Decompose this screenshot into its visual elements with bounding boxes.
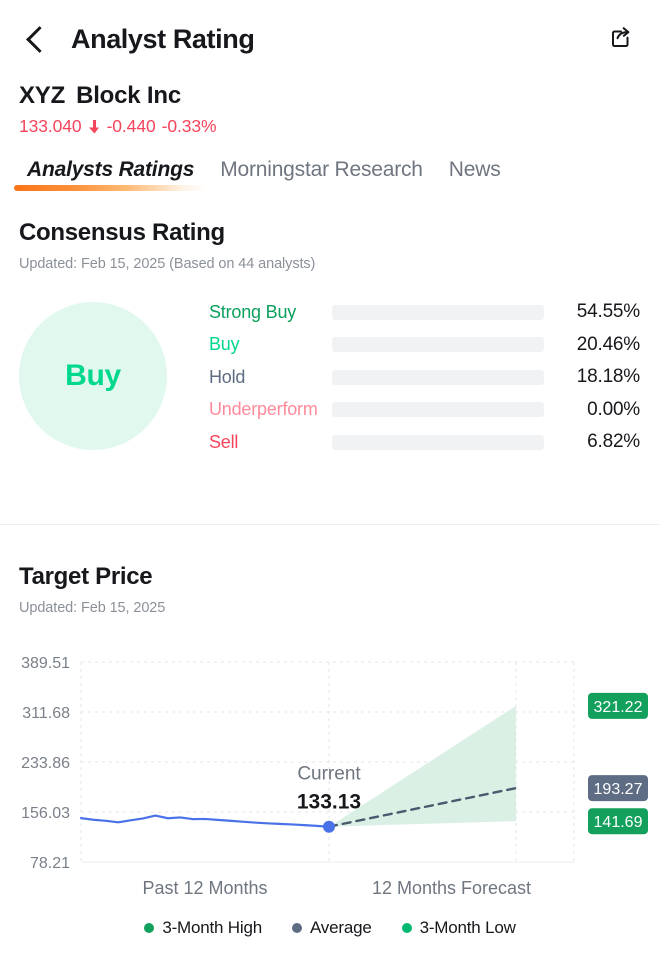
- rating-row-underperform: Underperform 0.00%: [209, 394, 641, 427]
- symbol-ticker: XYZ: [19, 82, 66, 109]
- rating-percent: 0.00%: [587, 398, 640, 420]
- tab-label: Morningstar Research: [220, 158, 423, 181]
- analyst-rating-screen: Analyst Rating XYZ Block Inc 133.040 -0.…: [0, 0, 660, 970]
- rating-label: Buy: [209, 334, 240, 355]
- tab-news[interactable]: News: [436, 155, 514, 185]
- low-price-badge: 141.69: [588, 808, 648, 835]
- tab-active-underline: [14, 185, 208, 191]
- target-price-updated: Updated: Feb 15, 2025: [19, 600, 166, 616]
- price-change-percent: -0.33%: [161, 116, 217, 136]
- tab-label: Analysts Ratings: [27, 158, 195, 181]
- share-icon: [607, 23, 635, 56]
- current-price-marker: [323, 820, 335, 833]
- rating-bar-track: [332, 402, 544, 418]
- legend-label: 3-Month High: [162, 918, 262, 937]
- historical-price-line: [79, 814, 331, 828]
- consensus-badge-label: Buy: [65, 359, 121, 393]
- svg-text:141.69: 141.69: [594, 814, 643, 831]
- rating-bar-track: [332, 369, 544, 385]
- rating-label: Underperform: [209, 399, 318, 420]
- legend-dot-icon: [291, 923, 302, 933]
- legend-label: 3-Month Low: [419, 918, 516, 937]
- tab-bar: Analysts Ratings Morningstar Research Ne…: [0, 155, 660, 201]
- average-price-badge: 193.27: [588, 775, 648, 802]
- tab-label: News: [448, 158, 501, 181]
- rating-row-sell: Sell 6.82%: [209, 426, 641, 459]
- rating-label: Strong Buy: [209, 301, 297, 322]
- tab-analysts-ratings[interactable]: Analysts Ratings: [14, 155, 208, 191]
- nav-bar: Analyst Rating: [0, 0, 660, 78]
- y-axis-tick-label: 78.21: [30, 855, 70, 872]
- symbol-row: XYZ Block Inc: [19, 82, 216, 110]
- consensus-badge: Buy: [19, 302, 167, 451]
- arrow-down-icon: [88, 119, 100, 134]
- consensus-title: Consensus Rating: [19, 219, 225, 246]
- rating-percent: 20.46%: [576, 333, 640, 355]
- high-price-badge: 321.22: [588, 692, 648, 719]
- x-axis-tick-label: 12 Months Forecast: [372, 878, 531, 898]
- svg-text:321.22: 321.22: [594, 699, 643, 716]
- rating-bar-track: [332, 434, 544, 450]
- legend-label: Average: [309, 918, 372, 937]
- y-axis-tick-label: 233.86: [21, 755, 70, 772]
- symbol-block: XYZ Block Inc 133.040 -0.440 -0.33%: [19, 82, 217, 137]
- y-axis-tick-label: 311.68: [22, 705, 70, 722]
- consensus-updated: Updated: Feb 15, 2025 (Based on 44 analy…: [19, 256, 316, 272]
- section-divider: [0, 524, 660, 525]
- current-value: 133.13: [297, 791, 361, 814]
- chevron-left-icon: [26, 25, 43, 53]
- share-button[interactable]: [596, 14, 646, 64]
- y-axis-tick-label: 389.51: [21, 655, 70, 672]
- y-axis-tick-label: 156.03: [21, 805, 70, 822]
- target-price-section: Target Price Updated: Feb 15, 2025: [19, 563, 641, 616]
- consensus-rating-section: Consensus Rating Updated: Feb 15, 2025 (…: [19, 219, 641, 459]
- rating-bar-track: [332, 337, 544, 353]
- consensus-body: Buy Strong Buy 54.55% Buy 20.46% Hold 18…: [19, 294, 641, 459]
- legend-item-3-month-high: 3-Month High: [144, 918, 262, 938]
- rating-percent: 6.82%: [587, 431, 640, 453]
- legend-item-average: Average: [291, 918, 372, 938]
- rating-distribution-list: Strong Buy 54.55% Buy 20.46% Hold 18.18%…: [209, 296, 641, 459]
- price-row: 133.040 -0.440 -0.33%: [19, 116, 217, 137]
- rating-row-hold: Hold 18.18%: [209, 361, 641, 394]
- legend-dot-icon: [401, 923, 412, 933]
- back-button[interactable]: [8, 13, 60, 65]
- tab-morningstar-research[interactable]: Morningstar Research: [207, 155, 436, 185]
- chart-legend: 3-Month High Average 3-Month Low: [0, 918, 660, 938]
- rating-percent: 18.18%: [576, 366, 640, 388]
- legend-item-3-month-low: 3-Month Low: [401, 918, 516, 938]
- symbol-name: Block Inc: [76, 82, 181, 109]
- x-axis-tick-label: Past 12 Months: [142, 878, 267, 898]
- legend-dot-icon: [144, 923, 155, 933]
- last-price: 133.040: [19, 116, 82, 136]
- rating-label: Hold: [209, 366, 246, 387]
- rating-percent: 54.55%: [576, 301, 640, 323]
- price-change: -0.440: [106, 116, 156, 136]
- rating-row-strong-buy: Strong Buy 54.55%: [209, 296, 641, 329]
- rating-row-buy: Buy 20.46%: [209, 329, 641, 362]
- page-title: Analyst Rating: [71, 23, 255, 54]
- target-price-title: Target Price: [19, 563, 153, 590]
- rating-bar-track: [332, 304, 544, 320]
- current-label: Current: [297, 764, 361, 785]
- rating-label: Sell: [209, 431, 239, 452]
- svg-text:193.27: 193.27: [594, 781, 643, 798]
